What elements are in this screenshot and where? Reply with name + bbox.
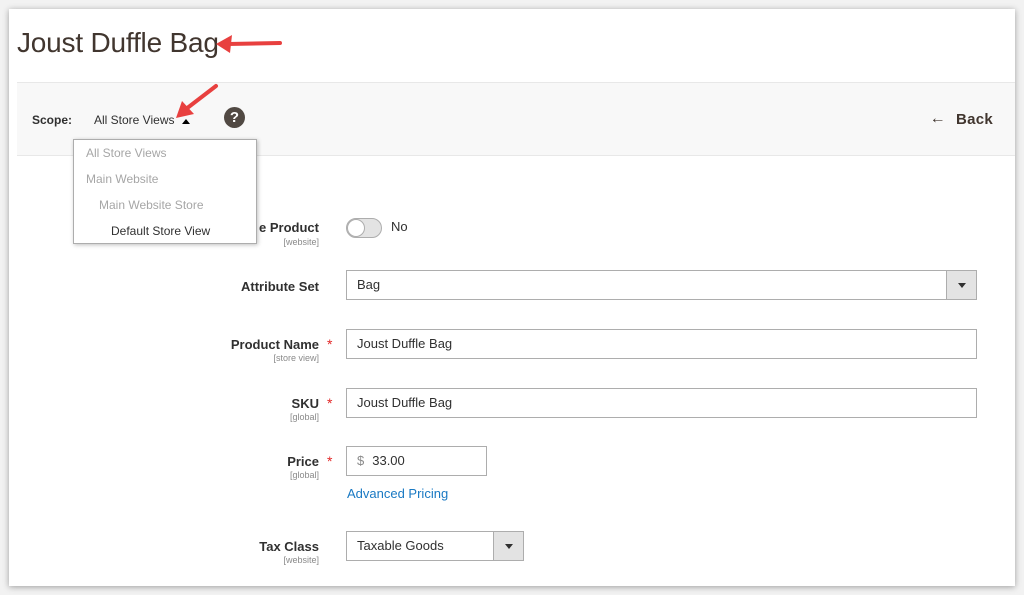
field-sku: SKU [global] * Joust Duffle Bag [9, 388, 1015, 428]
product-name-label: Product Name [230, 337, 319, 352]
sku-scope: [global] [289, 412, 319, 422]
field-product-name: Product Name [store view] * Joust Duffle… [9, 329, 1015, 369]
caret-down-icon [504, 543, 513, 549]
product-name-input[interactable]: Joust Duffle Bag [346, 329, 977, 359]
product-edit-card: Joust Duffle Bag Scope: All Store Views … [9, 9, 1015, 586]
price-value: 33.00 [372, 453, 405, 468]
attribute-set-label: Attribute Set [241, 279, 319, 294]
advanced-pricing-link[interactable]: Advanced Pricing [347, 486, 448, 501]
back-button[interactable]: ← Back [930, 110, 993, 128]
enable-product-toggle[interactable] [346, 218, 382, 238]
scope-dropdown-menu: All Store Views Main Website Main Websit… [73, 139, 257, 244]
enable-product-label: e Product [259, 220, 319, 235]
field-tax-class: Tax Class [website] Taxable Goods [9, 531, 1015, 571]
price-scope: [global] [289, 470, 319, 480]
tax-class-scope: [website] [283, 555, 319, 565]
scope-option-main-website[interactable]: Main Website [74, 171, 256, 197]
field-attribute-set: Attribute Set Bag [9, 270, 1015, 302]
caret-up-icon [182, 118, 191, 124]
sku-input[interactable]: Joust Duffle Bag [346, 388, 977, 418]
back-label: Back [955, 110, 993, 128]
field-price: Price [global] * $33.00 Advanced Pricing [9, 446, 1015, 506]
tax-class-select[interactable]: Taxable Goods [346, 531, 524, 561]
sku-label: SKU [291, 396, 319, 411]
page-title: Joust Duffle Bag [17, 27, 219, 58]
required-asterisk: * [327, 336, 333, 352]
scope-label: Scope: [32, 113, 73, 127]
scope-option-all-store-views[interactable]: All Store Views [74, 145, 256, 171]
required-asterisk: * [327, 395, 333, 411]
scope-option-default-store-view[interactable]: Default Store View [74, 223, 256, 249]
product-name-scope: [store view] [273, 353, 319, 363]
attribute-set-dropdown-button[interactable] [946, 271, 976, 299]
scope-switcher[interactable]: All Store Views [94, 113, 191, 127]
enable-product-scope: [website] [283, 237, 319, 247]
tax-class-label: Tax Class [259, 539, 319, 554]
currency-symbol: $ [357, 453, 365, 468]
caret-down-icon [957, 282, 966, 288]
price-label: Price [287, 454, 319, 469]
scope-option-main-website-store[interactable]: Main Website Store [74, 197, 256, 223]
scope-current-value: All Store Views [94, 113, 175, 127]
attribute-set-value: Bag [357, 277, 381, 292]
arrow-left-icon: ← [929, 110, 946, 127]
required-asterisk: * [327, 453, 333, 469]
tax-class-value: Taxable Goods [357, 538, 444, 553]
help-icon[interactable]: ? [224, 107, 245, 128]
annotation-arrow-title-icon [216, 35, 282, 53]
tax-class-dropdown-button[interactable] [493, 532, 523, 560]
enable-product-value: No [391, 219, 408, 234]
attribute-set-select[interactable]: Bag [346, 270, 977, 300]
toggle-knob [347, 219, 365, 237]
price-input[interactable]: $33.00 [346, 446, 487, 476]
